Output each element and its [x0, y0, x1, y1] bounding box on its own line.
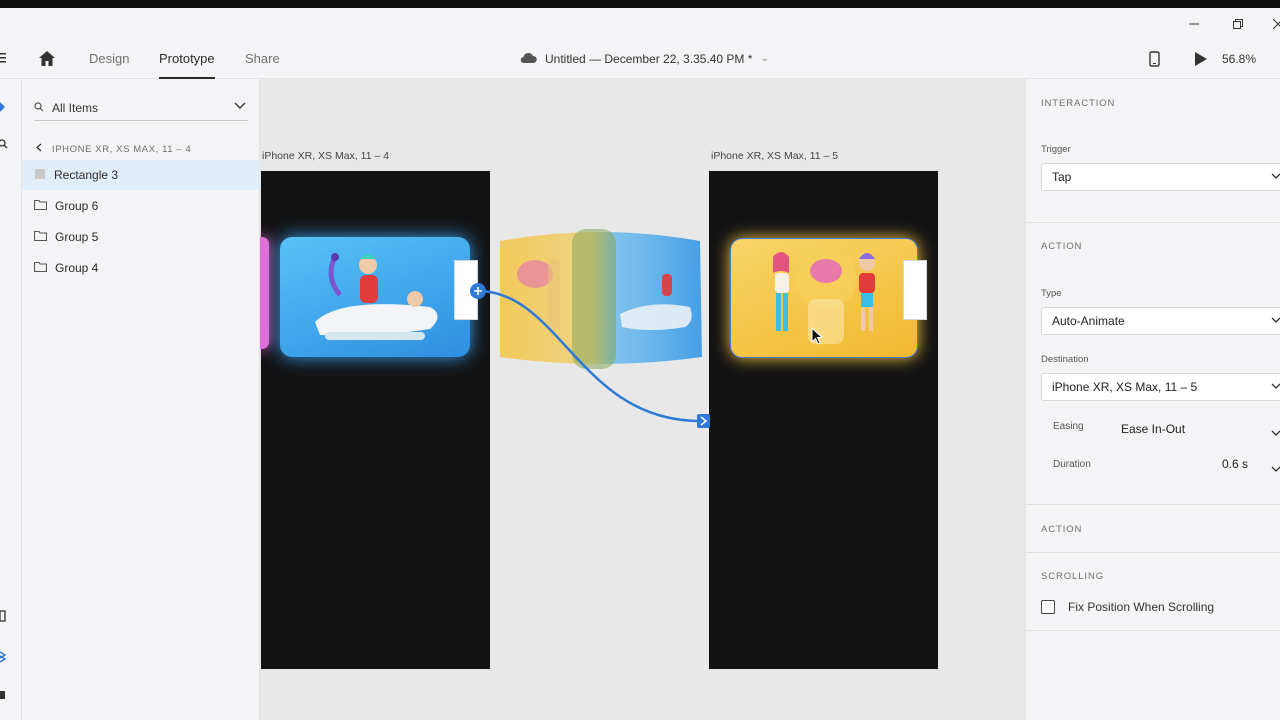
- play-icon[interactable]: [1194, 52, 1207, 71]
- layer-item-rectangle-3[interactable]: Rectangle 3: [22, 160, 260, 190]
- chevron-down-icon[interactable]: [1271, 461, 1280, 479]
- chevron-down-icon: [1271, 166, 1280, 192]
- easing-value[interactable]: Ease In-Out: [1121, 422, 1185, 436]
- trigger-label: Trigger: [1041, 144, 1071, 155]
- chevron-down-icon[interactable]: ⌄: [760, 39, 768, 79]
- zoom-level[interactable]: 56.8%: [1222, 39, 1256, 79]
- cursor-icon: [811, 327, 823, 345]
- trigger-value: Tap: [1052, 170, 1072, 184]
- breadcrumb-label: IPHONE XR, XS MAX, 11 – 4: [52, 143, 192, 155]
- search-icon[interactable]: [0, 137, 8, 155]
- action-title: ACTION: [1041, 241, 1083, 252]
- chevron-left-icon[interactable]: [36, 143, 42, 155]
- folder-icon: [33, 261, 48, 275]
- prototype-wire[interactable]: [260, 79, 1025, 720]
- chevron-down-icon: [1271, 376, 1280, 402]
- destination-value: iPhone XR, XS Max, 11 – 5: [1052, 380, 1198, 394]
- breadcrumb[interactable]: IPHONE XR, XS MAX, 11 – 4: [36, 143, 191, 155]
- document-title[interactable]: Untitled — December 22, 3.35.40 PM * ⌄: [520, 39, 769, 79]
- document-title-text: Untitled — December 22, 3.35.40 PM *: [545, 52, 753, 66]
- tab-share[interactable]: Share: [245, 39, 280, 79]
- type-dropdown[interactable]: Auto-Animate: [1041, 307, 1280, 335]
- fix-position-checkbox[interactable]: [1041, 600, 1055, 614]
- select-tool-icon[interactable]: [0, 99, 6, 117]
- action2-title: ACTION: [1041, 524, 1083, 535]
- cloud-icon: [520, 39, 537, 79]
- chevron-down-icon[interactable]: [1271, 425, 1280, 443]
- wire-arrow-icon: [697, 414, 710, 428]
- interaction-title: INTERACTION: [1041, 98, 1116, 109]
- top-strip: [0, 0, 1280, 8]
- trigger-dropdown[interactable]: Tap: [1041, 163, 1280, 191]
- folder-icon: [33, 199, 48, 213]
- chevron-down-icon[interactable]: [234, 99, 246, 113]
- left-rail: [0, 79, 22, 720]
- phone-icon[interactable]: [1149, 51, 1160, 72]
- title-bar: [0, 8, 1280, 39]
- duration-value[interactable]: 0.6 s: [1222, 457, 1248, 471]
- search-icon: [34, 101, 44, 115]
- assets-icon[interactable]: [0, 609, 6, 628]
- layer-label: Group 6: [55, 199, 99, 213]
- plugins-icon[interactable]: [0, 687, 6, 706]
- type-label: Type: [1041, 288, 1062, 299]
- layers-panel: All Items IPHONE XR, XS MAX, 11 – 4 Rect…: [22, 79, 260, 720]
- layer-label: Group 5: [55, 230, 99, 244]
- chevron-down-icon: [1271, 310, 1280, 336]
- destination-dropdown[interactable]: iPhone XR, XS Max, 11 – 5: [1041, 373, 1280, 401]
- nav-bar: Design Prototype Share Untitled — Decemb…: [0, 39, 1280, 79]
- layers-search[interactable]: All Items: [34, 95, 248, 121]
- divider: [1026, 630, 1280, 631]
- close-icon[interactable]: [1258, 8, 1280, 39]
- scrolling-title: SCROLLING: [1041, 571, 1105, 582]
- layer-item-group-4[interactable]: Group 4: [22, 253, 260, 283]
- divider: [1026, 552, 1280, 553]
- menu-icon[interactable]: [0, 51, 8, 70]
- search-filter-label: All Items: [52, 100, 99, 115]
- minimize-icon[interactable]: [1174, 8, 1214, 39]
- rectangle-icon: [34, 168, 46, 183]
- duration-label: Duration: [1053, 459, 1091, 470]
- type-value: Auto-Animate: [1052, 314, 1125, 328]
- tab-design[interactable]: Design: [89, 39, 129, 79]
- folder-icon: [33, 230, 48, 244]
- layers-icon[interactable]: [0, 649, 7, 668]
- easing-label: Easing: [1053, 421, 1084, 432]
- layer-item-group-5[interactable]: Group 5: [22, 222, 260, 252]
- restore-icon[interactable]: [1218, 8, 1258, 39]
- destination-label: Destination: [1041, 354, 1089, 365]
- layer-label: Rectangle 3: [54, 168, 119, 182]
- divider: [1026, 222, 1280, 223]
- fix-position-label: Fix Position When Scrolling: [1068, 600, 1215, 614]
- canvas[interactable]: iPhone XR, XS Max, 11 – 4 iPhone XR, XS …: [260, 79, 1025, 720]
- layer-label: Group 4: [55, 261, 99, 275]
- interaction-panel: INTERACTION Trigger Tap ACTION Type Auto…: [1025, 79, 1280, 720]
- divider: [1026, 504, 1280, 505]
- layer-item-group-6[interactable]: Group 6: [22, 191, 260, 221]
- tab-prototype[interactable]: Prototype: [159, 39, 215, 79]
- home-icon[interactable]: [38, 50, 56, 72]
